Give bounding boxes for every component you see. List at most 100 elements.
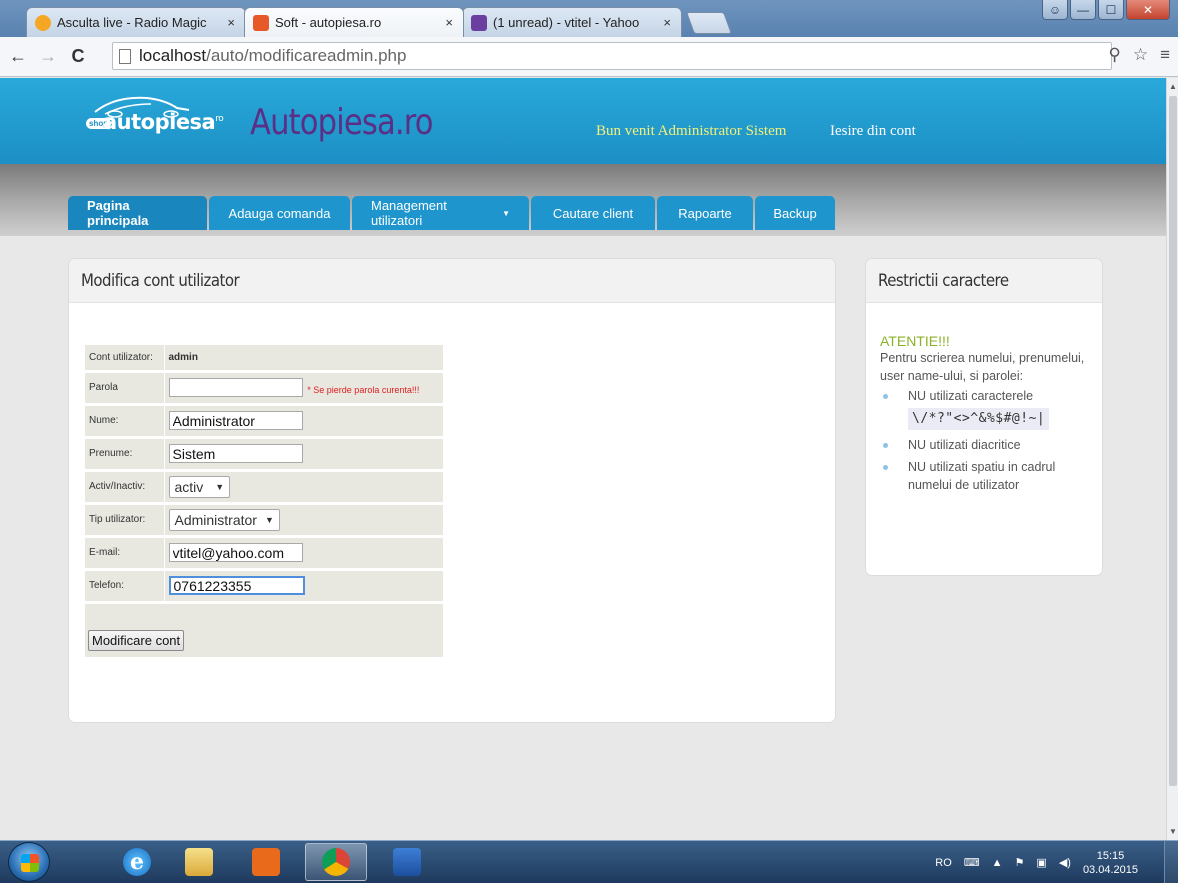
welcome-message: Bun venit Administrator Sistem — [596, 123, 787, 139]
close-tab-icon[interactable]: × — [445, 15, 453, 30]
tab-label: (1 unread) - vtitel - Yahoo — [493, 15, 640, 30]
site-title: Autopiesa.ro — [250, 102, 434, 143]
menu-item-management-utilizatori[interactable]: Management utilizatori ▼ — [352, 196, 529, 230]
scroll-up-icon[interactable]: ▲ — [1169, 82, 1177, 91]
menu-item-rapoarte[interactable]: Rapoarte — [657, 196, 753, 230]
media-player-icon — [252, 848, 280, 876]
back-icon[interactable]: ← — [6, 46, 30, 67]
bullet-icon — [883, 443, 888, 448]
time: 15:15 — [1096, 849, 1125, 862]
bullet-icon — [883, 465, 888, 470]
name-label: Nume: — [85, 404, 165, 439]
start-button[interactable] — [8, 842, 50, 882]
dropdown-arrow-icon: ▼ — [264, 514, 274, 525]
warning-title: ATENTIE!!! — [880, 333, 950, 349]
edit-account-panel: Modifica cont utilizator Cont utilizator… — [68, 258, 836, 723]
scroll-down-icon[interactable]: ▼ — [1169, 827, 1177, 836]
password-label: Parola — [85, 371, 165, 406]
email-field[interactable] — [168, 543, 303, 562]
minimize-icon[interactable]: — — [1070, 0, 1096, 20]
tab-yahoo-mail[interactable]: (1 unread) - vtitel - Yahoo × — [462, 7, 682, 37]
show-desktop-button[interactable] — [1164, 841, 1178, 883]
word-icon — [393, 848, 421, 876]
taskbar-media-player[interactable] — [235, 843, 297, 881]
keyboard-icon[interactable]: ⌨ — [964, 856, 980, 869]
url-path: /auto/modificareadmin.php — [206, 46, 407, 65]
browser-toolbar: ← → C localhost/auto/modificareadmin.php… — [0, 37, 1178, 77]
maximize-icon[interactable]: ☐ — [1098, 0, 1124, 20]
close-tab-icon[interactable]: × — [227, 15, 235, 30]
menu-icon[interactable]: ≡ — [1160, 45, 1170, 65]
status-select[interactable]: activ ▼ — [168, 475, 231, 498]
windows-taskbar: e RO ⌨ ▲ ⚑ ▣ ◀) 15:15 03.04.2015 — [0, 840, 1178, 883]
password-field[interactable] — [168, 378, 303, 397]
autopiesa-favicon-icon — [253, 14, 269, 31]
internet-explorer-icon: e — [123, 848, 151, 876]
phone-field[interactable] — [168, 576, 305, 595]
account-form: Cont utilizator: admin Parola * Se pierd… — [85, 345, 444, 660]
window-controls: ☺ — ☐ ✕ — [1042, 0, 1170, 20]
show-hidden-icons-icon[interactable]: ▲ — [992, 857, 1003, 869]
list-item: NU utilizati diacritice — [880, 436, 1088, 454]
action-center-icon[interactable]: ⚑ — [1015, 856, 1025, 869]
forbidden-characters: \/*?"<>^&%$#@!~| — [908, 408, 1050, 430]
taskbar-internet-explorer[interactable]: e — [106, 843, 168, 881]
mail-favicon-icon — [471, 14, 487, 31]
chevron-down-icon: ▼ — [502, 208, 510, 218]
list-item: NU utilizati spatiu in cadrul numelui de… — [880, 458, 1088, 494]
modify-account-button[interactable]: Modificare cont — [88, 629, 185, 651]
status-label: Activ/Inactiv: — [85, 470, 165, 505]
phone-label: Telefon: — [85, 569, 165, 604]
restrictions-list: NU utilizati caracterele \/*?"<>^&%$#@!~… — [880, 387, 1088, 494]
url-host: localhost — [139, 46, 207, 65]
windows-logo-icon — [21, 854, 39, 872]
folder-icon — [185, 848, 213, 876]
taskbar-word[interactable] — [376, 843, 438, 881]
surname-field[interactable] — [168, 444, 303, 463]
tab-soft-autopiesa[interactable]: Soft - autopiesa.ro × — [244, 7, 464, 37]
system-tray: RO ⌨ ▲ ⚑ ▣ ◀) 15:15 03.04.2015 — [935, 841, 1178, 883]
bullet-icon — [883, 394, 888, 399]
extension-icon[interactable]: ⚲ — [1108, 45, 1120, 65]
user-type-label: Tip utilizator: — [85, 503, 165, 538]
surname-label: Prenume: — [85, 437, 165, 472]
user-type-select[interactable]: Administrator ▼ — [168, 508, 280, 531]
network-icon[interactable]: ▣ — [1036, 856, 1046, 869]
logo-wordmark: autopiesaro — [103, 110, 224, 134]
logout-link[interactable]: Iesire din cont — [830, 123, 916, 140]
profile-icon[interactable]: ☺ — [1042, 0, 1068, 20]
address-bar[interactable]: localhost/auto/modificareadmin.php — [112, 42, 1112, 70]
menu-item-pagina-principala[interactable]: Pagina principala — [68, 196, 207, 230]
page-icon — [119, 48, 131, 64]
name-field[interactable] — [168, 411, 303, 430]
page-scrollbar[interactable]: ▲ ▼ — [1166, 78, 1178, 840]
email-label: E-mail: — [85, 536, 165, 571]
menu-item-cautare-client[interactable]: Cautare client — [531, 196, 655, 230]
tab-radio-magic[interactable]: Asculta live - Radio Magic × — [26, 7, 246, 37]
taskbar-file-explorer[interactable] — [168, 843, 230, 881]
browser-titlebar: Asculta live - Radio Magic × Soft - auto… — [0, 0, 1178, 37]
taskbar-chrome[interactable] — [305, 843, 367, 881]
restrictions-intro: Pentru scrierea numelui, prenumelui, use… — [880, 351, 1085, 383]
scrollbar-thumb[interactable] — [1169, 96, 1177, 786]
forward-icon[interactable]: → — [36, 46, 60, 67]
reload-icon[interactable]: C — [66, 46, 90, 67]
date: 03.04.2015 — [1082, 863, 1138, 876]
menu-item-backup[interactable]: Backup — [755, 196, 835, 230]
bookmark-star-icon[interactable]: ☆ — [1133, 45, 1148, 65]
list-item: NU utilizati caracterele \/*?"<>^&%$#@!~… — [880, 387, 1088, 432]
tab-label: Soft - autopiesa.ro — [275, 15, 382, 30]
password-warning: * Se pierde parola curenta!!! — [307, 384, 420, 395]
menu-item-adauga-comanda[interactable]: Adauga comanda — [209, 196, 350, 230]
character-restrictions-panel: Restrictii caractere ATENTIE!!! Pentru s… — [865, 258, 1103, 576]
language-indicator[interactable]: RO — [935, 857, 952, 869]
new-tab-button[interactable] — [685, 12, 733, 34]
volume-icon[interactable]: ◀) — [1059, 856, 1071, 869]
tab-label: Asculta live - Radio Magic — [57, 15, 207, 30]
close-window-icon[interactable]: ✕ — [1126, 0, 1170, 20]
panel-heading: Restrictii caractere — [866, 259, 1102, 303]
page-viewport: shop autopiesaro Autopiesa.ro Bun venit … — [0, 78, 1166, 840]
dropdown-arrow-icon: ▼ — [215, 481, 225, 492]
close-tab-icon[interactable]: × — [663, 15, 671, 30]
clock[interactable]: 15:15 03.04.2015 — [1083, 849, 1138, 877]
